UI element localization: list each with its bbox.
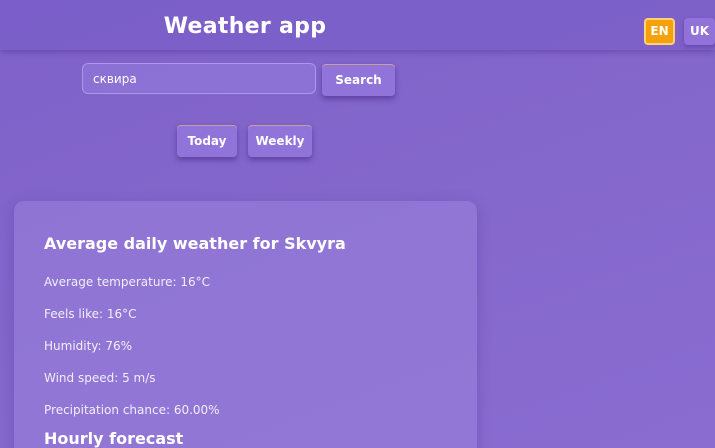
wind-speed: Wind speed: 5 m/s bbox=[44, 371, 156, 385]
feels-like: Feels like: 16°C bbox=[44, 307, 137, 321]
today-button[interactable]: Today bbox=[177, 125, 237, 157]
daily-weather-title: Average daily weather for Skvyra bbox=[44, 234, 346, 253]
hourly-forecast-title: Hourly forecast bbox=[44, 429, 184, 448]
humidity: Humidity: 76% bbox=[44, 339, 133, 353]
average-temperature: Average temperature: 16°C bbox=[44, 275, 211, 289]
search-input[interactable] bbox=[82, 63, 316, 94]
precipitation-chance: Precipitation chance: 60.00% bbox=[44, 403, 220, 417]
daily-weather-card: Average daily weather for Skvyra Average… bbox=[14, 201, 477, 448]
top-bar: Weather app EN UK bbox=[0, 0, 715, 50]
weekly-button[interactable]: Weekly bbox=[248, 125, 312, 157]
language-uk-button[interactable]: UK bbox=[684, 18, 715, 45]
app-title: Weather app bbox=[163, 14, 327, 39]
search-button[interactable]: Search bbox=[322, 64, 395, 96]
language-en-button[interactable]: EN bbox=[644, 18, 675, 45]
